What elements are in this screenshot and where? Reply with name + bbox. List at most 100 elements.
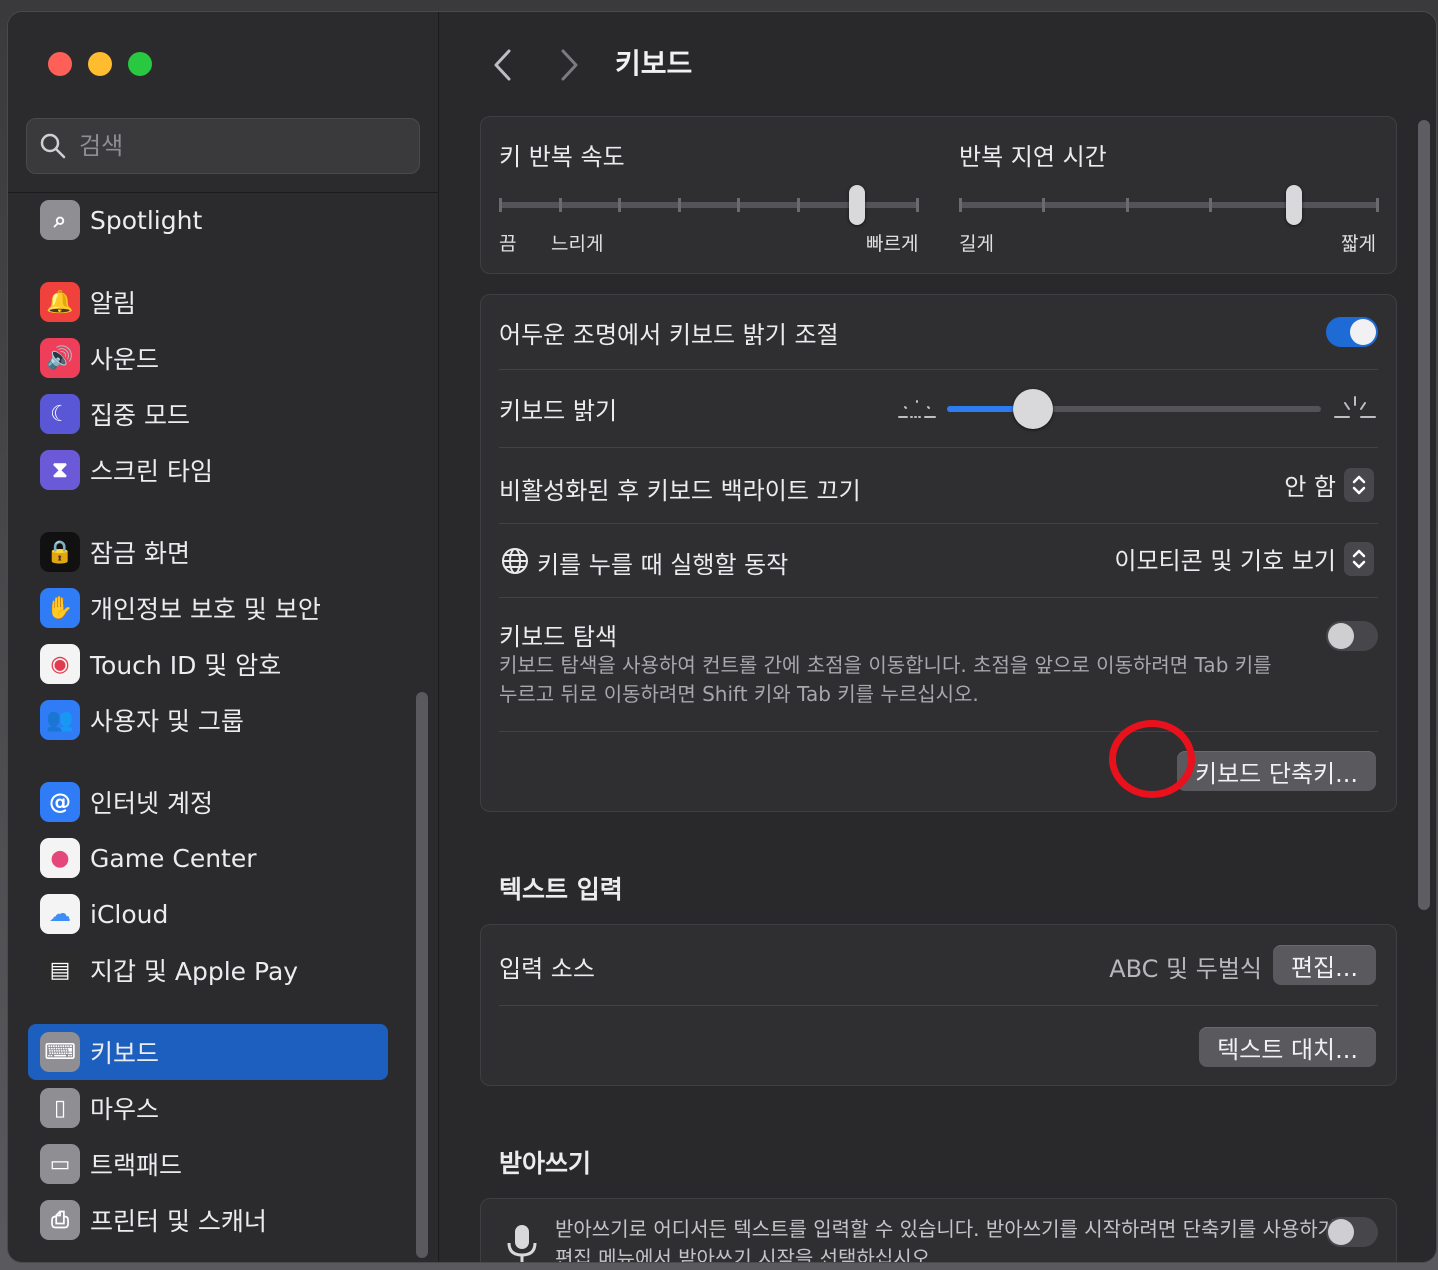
- dictation-desc-2: 편집 메뉴에서 받아쓰기 시작을 선택하십시오.: [555, 1246, 937, 1262]
- backlight-off-label: 비활성화된 후 키보드 백라이트 끄기: [499, 477, 861, 505]
- slider-tick: [677, 198, 681, 212]
- at-icon: @: [40, 782, 80, 822]
- sidebar-item-label: 스크린 타임: [90, 457, 213, 486]
- printer-icon: ⎙: [40, 1200, 80, 1240]
- globe-icon: [502, 548, 528, 574]
- text-input-heading: 텍스트 입력: [499, 875, 623, 904]
- sidebar-item[interactable]: 🔒 잠금 화면: [28, 524, 388, 580]
- sidebar-item-label: 프린터 및 스캐너: [90, 1207, 267, 1236]
- brightness-slider[interactable]: [947, 387, 1321, 431]
- brightness-label: 키보드 밝기: [499, 397, 618, 425]
- slider-knob[interactable]: [1013, 389, 1054, 429]
- keyboard-shortcuts-button[interactable]: 키보드 단축키...: [1177, 751, 1376, 791]
- slider-track: [959, 202, 1379, 208]
- minimize-button[interactable]: [88, 52, 112, 76]
- globe-key-popup[interactable]: 이모티콘 및 기호 보기: [1114, 541, 1374, 576]
- hand-icon: ✋: [40, 588, 80, 628]
- sidebar-item[interactable]: ⧗ 스크린 타임: [28, 442, 388, 498]
- auto-brightness-toggle[interactable]: [1326, 317, 1378, 347]
- sidebar-item-label: Spotlight: [90, 205, 203, 235]
- search-field[interactable]: [26, 118, 420, 174]
- sidebar-item[interactable]: ⎙ 프린터 및 스캐너: [28, 1192, 388, 1248]
- back-chevron-icon[interactable]: [491, 48, 515, 82]
- search-icon: [40, 133, 66, 159]
- backlight-off-popup[interactable]: 안 함: [1284, 467, 1374, 502]
- slider-tick: [1376, 198, 1379, 212]
- key-repeat-slider[interactable]: [499, 183, 919, 227]
- repeat-delay-short-label: 짧게: [1341, 233, 1376, 255]
- sidebar-item[interactable]: ▭ 트랙패드: [28, 1136, 388, 1192]
- sidebar-item[interactable]: ☾ 집중 모드: [28, 386, 388, 442]
- key-repeat-slow-label: 느리게: [551, 233, 604, 255]
- keyboard-nav-desc-1: 키보드 탐색을 사용하여 컨트롤 간에 초점을 이동합니다. 초점을 앞으로 이…: [499, 653, 1272, 677]
- main-scrollbar[interactable]: [1418, 120, 1430, 910]
- key-repeat-fast-label: 빠르게: [866, 233, 919, 255]
- up-down-chevron-icon: [1344, 467, 1374, 502]
- speaker-icon: 🔊: [40, 338, 80, 378]
- input-source-value: ABC 및 두벌식: [1109, 955, 1262, 983]
- dictation-card: 받아쓰기로 어디서든 텍스트를 입력할 수 있습니다. 받아쓰기를 시작하려면 …: [480, 1198, 1397, 1262]
- cloud-icon: ☁: [40, 894, 80, 934]
- sidebar-item[interactable]: ◉ Touch ID 및 암호: [28, 636, 388, 692]
- zoom-button[interactable]: [128, 52, 152, 76]
- keyboard-nav-desc-2: 누르고 뒤로 이동하려면 Shift 키와 Tab 키를 누르십시오.: [499, 682, 979, 706]
- row-divider: [499, 523, 1378, 524]
- sidebar-item-label: 잠금 화면: [90, 539, 190, 568]
- sidebar-item-label: 알림: [90, 289, 137, 318]
- dictation-heading: 받아쓰기: [499, 1149, 592, 1178]
- row-divider: [499, 731, 1378, 732]
- slider-knob[interactable]: [849, 185, 866, 225]
- sidebar-item-label: 사용자 및 그룹: [90, 707, 244, 736]
- sidebar-scrollbar[interactable]: [416, 692, 428, 1258]
- backlight-card: 어두운 조명에서 키보드 밝기 조절 키보드 밝기 비활성화된 후 키보드 백라…: [480, 294, 1397, 812]
- edit-input-source-button[interactable]: 편집...: [1272, 945, 1376, 985]
- spotlight-icon: ⌕: [40, 200, 80, 240]
- slider-tick: [1042, 198, 1046, 212]
- dictation-toggle[interactable]: [1326, 1217, 1378, 1247]
- sidebar-item-label: iCloud: [90, 899, 169, 929]
- slider-knob[interactable]: [1285, 185, 1302, 225]
- sidebar-item-label: 인터넷 계정: [90, 789, 213, 818]
- window-controls: [48, 52, 152, 76]
- search-input[interactable]: [77, 131, 381, 161]
- repeat-delay-long-label: 길게: [959, 233, 994, 255]
- key-repeat-label: 키 반복 속도: [499, 143, 625, 171]
- sidebar-item-label: 지갑 및 Apple Pay: [90, 957, 299, 986]
- wallet-icon: ▤: [40, 950, 80, 990]
- row-divider: [499, 1005, 1378, 1006]
- text-replacement-button[interactable]: 텍스트 대치...: [1199, 1027, 1376, 1067]
- sidebar-item-label: 키보드: [90, 1039, 160, 1068]
- hourglass-icon: ⧗: [40, 450, 80, 490]
- sidebar-item[interactable]: ● Game Center: [28, 830, 388, 886]
- sidebar-item[interactable]: 🔊 사운드: [28, 330, 388, 386]
- sidebar-item[interactable]: ✋ 개인정보 보호 및 보안: [28, 580, 388, 636]
- sidebar-item-label: 개인정보 보호 및 보안: [90, 595, 321, 624]
- close-button[interactable]: [48, 52, 72, 76]
- sidebar-item-label: 사운드: [90, 345, 160, 374]
- input-source-label: 입력 소스: [499, 955, 595, 983]
- dictation-desc-1: 받아쓰기로 어디서든 텍스트를 입력할 수 있습니다. 받아쓰기를 시작하려면 …: [555, 1217, 1355, 1241]
- game-center-icon: ●: [40, 838, 80, 878]
- slider-tick: [737, 198, 741, 212]
- trackpad-icon: ▭: [40, 1144, 80, 1184]
- keyboard-nav-toggle[interactable]: [1326, 621, 1378, 651]
- row-divider: [499, 447, 1378, 448]
- sidebar-item[interactable]: ⌨ 키보드: [28, 1024, 388, 1080]
- repeat-delay-slider[interactable]: [959, 183, 1379, 227]
- forward-chevron-icon[interactable]: [557, 48, 581, 82]
- sidebar-item[interactable]: 👥 사용자 및 그룹: [28, 692, 388, 748]
- globe-key-label: 키를 누를 때 실행할 동작: [537, 551, 789, 579]
- globe-key-value: 이모티콘 및 기호 보기: [1114, 547, 1336, 575]
- backlight-off-value: 안 함: [1284, 473, 1336, 501]
- system-settings-window: ⌕ Spotlight 🔔 알림 🔊 사운드 ☾ 집중 모드 ⧗ 스크린 타임 🔒 잠금 화면 ✋ 개인정…: [8, 12, 1436, 1262]
- sidebar-item[interactable]: ⌕ Spotlight: [28, 192, 388, 248]
- keyboard-icon: ⌨: [40, 1032, 80, 1072]
- sidebar-item[interactable]: ☁ iCloud: [28, 886, 388, 942]
- sidebar-item[interactable]: 🔔 알림: [28, 274, 388, 330]
- main-pane: 키보드 키 반복 속도 반복 지연 시간 끔 느리게 빠르게 길게 짧게 어두운…: [439, 12, 1436, 1262]
- sidebar-item[interactable]: ▯ 마우스: [28, 1080, 388, 1136]
- text-input-card: 입력 소스 ABC 및 두벌식 편집... 텍스트 대치...: [480, 924, 1397, 1086]
- slider-tick: [1125, 198, 1129, 212]
- sidebar-item[interactable]: @ 인터넷 계정: [28, 774, 388, 830]
- sidebar-item[interactable]: ▤ 지갑 및 Apple Pay: [28, 942, 388, 998]
